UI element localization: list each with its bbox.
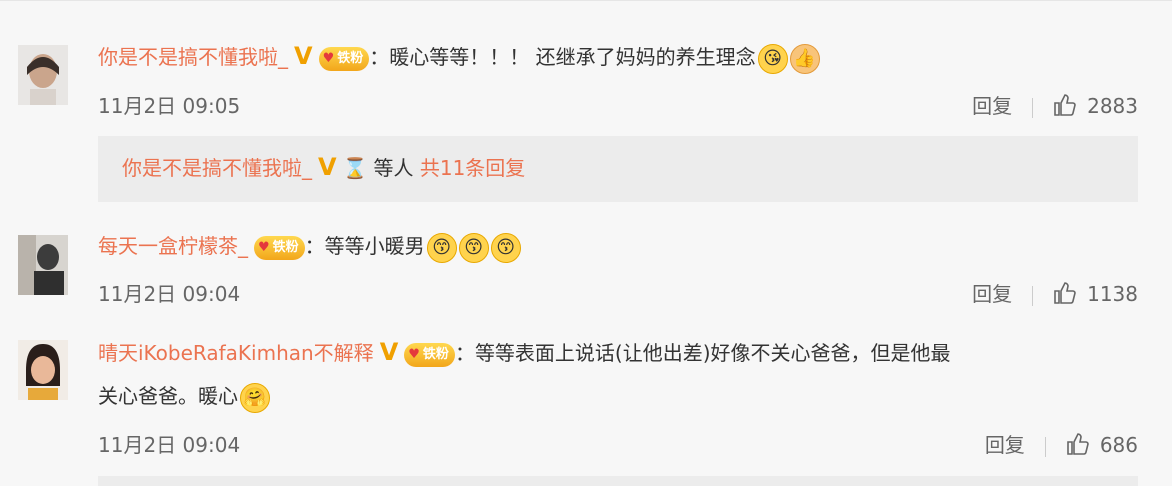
comment-actions: 回复 2883	[972, 90, 1138, 122]
comment-actions: 回复 1138	[972, 278, 1138, 310]
action-divider	[1032, 97, 1034, 118]
fan-badge-icon: ♥ 铁粉	[254, 235, 305, 260]
reply-preview-text: 等人	[373, 156, 414, 180]
kiss-emoji-icon: 😙	[458, 232, 489, 263]
avatar[interactable]	[18, 235, 68, 295]
kiss-emoji-icon: 😙	[426, 232, 457, 263]
fan-badge-icon: ♥ 铁粉	[318, 46, 370, 71]
reply-button[interactable]: 回复	[972, 94, 1012, 118]
next-reply-box	[98, 476, 1138, 486]
hourglass-icon: ⌛	[342, 156, 368, 180]
top-divider	[0, 0, 1172, 1]
verified-v-icon: V	[294, 42, 313, 70]
hug-emoji-icon: 🤗	[240, 382, 270, 413]
comment-header: 晴天iKobeRafaKimhan不解释 V ♥ 铁粉 ：等等表面上说话(让他出差)好像…	[98, 338, 951, 367]
comment-text: 暖心等等！！！ 还继承了妈妈的养生理念	[389, 45, 756, 69]
wink-emoji-icon: 😘	[757, 43, 788, 74]
avatar[interactable]	[18, 45, 68, 105]
fan-badge-label: 铁粉	[272, 239, 299, 255]
fan-badge-label: 铁粉	[337, 50, 364, 66]
comment-text-continued: 关心爸爸。暖心 🤗	[98, 382, 270, 413]
verified-v-icon: V	[318, 153, 337, 181]
comment-text: 等等小暖男	[324, 234, 425, 258]
like-count: 2883	[1087, 94, 1138, 118]
action-divider	[1032, 285, 1034, 306]
username-link[interactable]: 晴天iKobeRafaKimhan不解释	[98, 341, 374, 365]
reply-preview: 你是不是搞不懂我啦_ V ⌛ 等人 共11条回复	[122, 152, 525, 181]
comment-actions: 回复 686	[985, 429, 1138, 461]
comment-header: 你是不是搞不懂我啦_ V ♥ 铁粉 ：暖心等等！！！ 还继承了妈妈的养生理念 😘 👍	[98, 42, 820, 74]
colon: ：	[454, 341, 475, 365]
reply-button[interactable]: 回复	[972, 282, 1012, 306]
more-replies-link[interactable]: 共11条回复	[420, 156, 525, 180]
comment-time: 11月2日 09:05	[98, 94, 241, 118]
comment-text-line2: 关心爸爸。暖心	[98, 384, 238, 408]
avatar[interactable]	[18, 340, 68, 400]
reply-username-link[interactable]: 你是不是搞不懂我啦_	[122, 156, 312, 180]
like-count: 1138	[1087, 282, 1138, 306]
comment-time: 11月2日 09:04	[98, 282, 241, 306]
thumbs-up-emoji-icon: 👍	[789, 43, 820, 74]
thumb-up-icon[interactable]	[1053, 93, 1077, 122]
thumb-up-icon[interactable]	[1053, 281, 1077, 310]
action-divider	[1044, 436, 1046, 457]
colon: ：	[304, 234, 325, 258]
comment-header: 每天一盒柠檬茶_ ♥ 铁粉 ：等等小暖男 😙 😙 😙	[98, 232, 521, 263]
comment-text-line1: 等等表面上说话(让他出差)好像不关心爸爸，但是他最	[474, 341, 951, 365]
kiss-emoji-icon: 😙	[490, 232, 521, 263]
colon: ：	[369, 45, 390, 69]
username-link[interactable]: 你是不是搞不懂我啦_	[98, 45, 288, 69]
thumb-up-icon[interactable]	[1066, 432, 1090, 461]
like-count: 686	[1099, 433, 1138, 457]
fan-badge-icon: ♥ 铁粉	[404, 342, 455, 367]
verified-v-icon: V	[379, 338, 399, 366]
fan-badge-label: 铁粉	[422, 346, 449, 362]
reply-button[interactable]: 回复	[985, 433, 1025, 457]
comment-time: 11月2日 09:04	[98, 433, 241, 457]
reply-preview-box[interactable]: 你是不是搞不懂我啦_ V ⌛ 等人 共11条回复	[98, 136, 1138, 202]
username-link[interactable]: 每天一盒柠檬茶_	[98, 234, 248, 258]
